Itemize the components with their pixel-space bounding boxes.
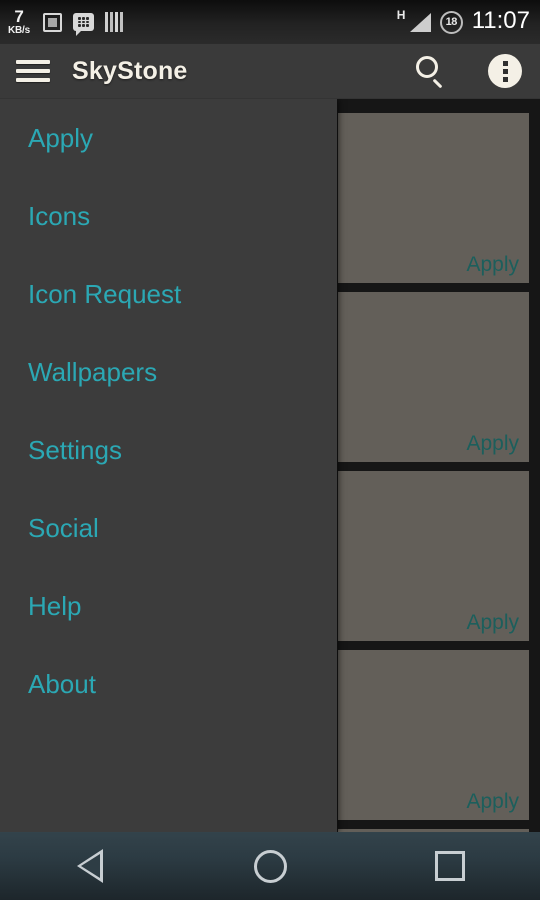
home-circle-icon (253, 849, 287, 883)
status-bar-right: H 18 11:07 (397, 9, 530, 35)
drawer-item-label: Icon Request (28, 279, 182, 309)
drawer-item-label: About (28, 669, 96, 699)
screenshot-icon (42, 12, 62, 32)
status-bar-left: 7 KB/s (8, 8, 397, 36)
wallpaper-card-list[interactable]: Apply Apply Apply Apply Apply (338, 113, 540, 832)
page-title: SkyStone (72, 56, 188, 85)
search-icon[interactable] (414, 54, 448, 89)
app-bar: SkyStone (0, 44, 540, 99)
wallpaper-card[interactable]: Apply (338, 471, 529, 641)
drawer-item-label: Settings (28, 435, 122, 465)
apply-button[interactable]: Apply (466, 791, 519, 812)
nav-home-button[interactable] (180, 832, 360, 900)
status-bar: 7 KB/s H 18 11:07 (0, 0, 540, 44)
apply-button[interactable]: Apply (466, 254, 519, 275)
navigation-drawer[interactable]: Apply Icons Icon Request Wallpapers Sett… (0, 99, 337, 832)
phone-screen: 7 KB/s H 18 11:07 SkyStone Apply Apply A… (0, 0, 540, 900)
apply-button[interactable]: Apply (466, 433, 519, 454)
apply-button[interactable]: Apply (466, 612, 519, 633)
drawer-item-social[interactable]: Social (0, 489, 337, 567)
network-speed-unit: KB/s (8, 25, 30, 36)
drawer-item-apply[interactable]: Apply (0, 99, 337, 177)
network-speed-value: 7 (14, 7, 24, 26)
system-navigation-bar (0, 832, 540, 900)
equalizer-bars-icon (104, 12, 125, 32)
bbm-icon-dots (73, 13, 94, 31)
overflow-menu-icon[interactable] (488, 54, 522, 88)
drawer-item-wallpapers[interactable]: Wallpapers (0, 333, 337, 411)
nav-back-button[interactable] (0, 832, 180, 900)
signal-strength-icon: H (397, 9, 431, 35)
bbm-message-icon (72, 13, 94, 36)
hamburger-menu-icon[interactable] (16, 58, 50, 84)
drawer-item-label: Apply (28, 123, 94, 153)
drawer-item-label: Social (28, 513, 99, 543)
drawer-item-about[interactable]: About (0, 645, 337, 723)
drawer-item-label: Help (28, 591, 82, 621)
drawer-item-label: Wallpapers (28, 357, 158, 387)
drawer-item-settings[interactable]: Settings (0, 411, 337, 489)
wallpaper-card[interactable]: Apply (338, 292, 529, 462)
nav-recents-button[interactable] (360, 832, 540, 900)
wallpaper-card[interactable]: Apply (338, 650, 529, 820)
back-triangle-icon (77, 849, 103, 883)
drawer-item-label: Icons (28, 201, 91, 231)
search-icon-handle (432, 78, 443, 89)
battery-icon: 18 (439, 10, 463, 34)
network-speed-indicator: 7 KB/s (8, 8, 30, 36)
drawer-item-icons[interactable]: Icons (0, 177, 337, 255)
signal-triangle-icon (409, 13, 431, 32)
status-bar-clock: 11:07 (471, 7, 530, 34)
drawer-item-icon-request[interactable]: Icon Request (0, 255, 337, 333)
wallpaper-card[interactable]: Apply (338, 113, 529, 283)
recents-square-icon (435, 851, 465, 881)
drawer-item-help[interactable]: Help (0, 567, 337, 645)
search-icon-ring (416, 56, 438, 78)
network-type-label: H (396, 8, 406, 22)
